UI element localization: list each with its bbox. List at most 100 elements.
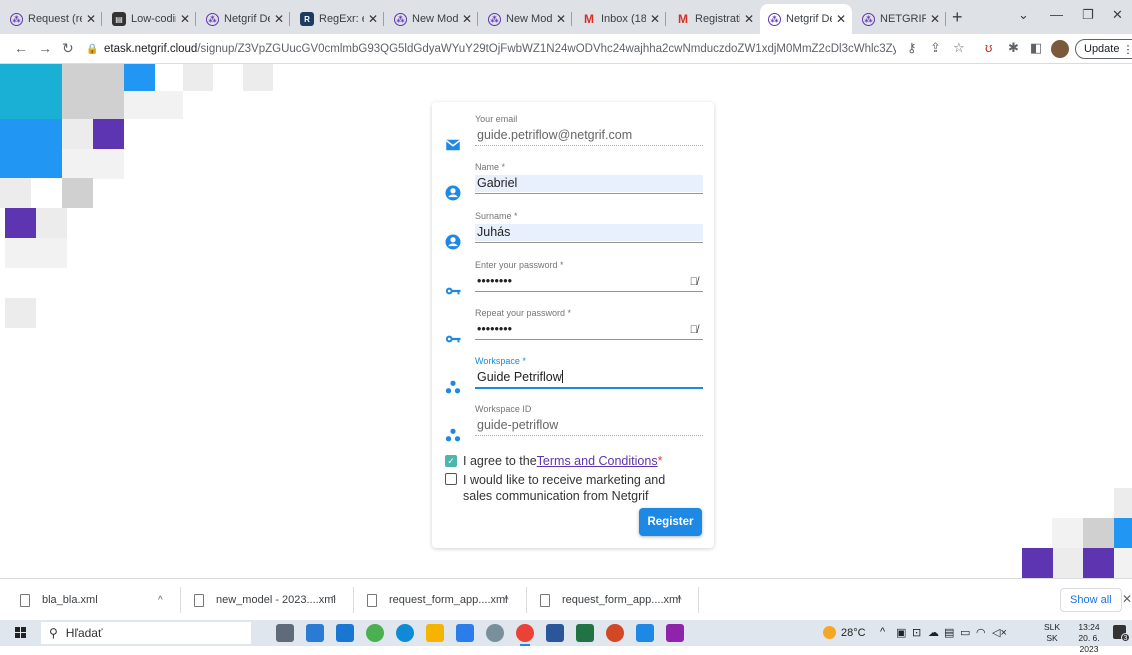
visibility-off-icon[interactable]: 👁̸ [690,324,698,336]
wifi-icon[interactable]: ◠ [976,626,986,639]
address-bar[interactable]: 🔒 etask.netgrif.cloud /signup/Z3VpZGUucG… [86,37,896,61]
tray-app-icon[interactable]: ▣ [896,626,906,639]
surname-input[interactable]: Juhás [475,224,703,241]
chevron-up-icon[interactable]: ^ [331,595,336,606]
reload-icon[interactable]: ↻ [62,40,74,57]
terms-text: I agree to theTerms and Conditions* [463,454,662,468]
photos-icon[interactable] [636,624,654,642]
new-tab-button[interactable]: + [952,7,963,28]
download-item[interactable]: request_form_app....xml ^ [367,589,517,611]
tray-app-icon[interactable]: ▤ [944,626,954,639]
decorative-square [5,298,36,328]
weather-widget[interactable]: 28°C [823,626,866,639]
chevron-up-icon[interactable]: ^ [158,595,163,606]
close-window-button[interactable]: ✕ [1112,7,1123,23]
download-item[interactable]: bla_bla.xml ^ [20,589,170,611]
close-icon[interactable]: ✕ [368,12,378,26]
browser-tab[interactable]: M Inbox (18,2 ✕ [574,4,666,34]
repeat-password-input[interactable]: •••••••• [475,321,703,338]
browser-tab[interactable]: ▤ Low-coding ✕ [104,4,196,34]
browser-tab[interactable]: ⁂ Request (re ✕ [2,4,102,34]
decorative-square [62,149,124,179]
tab-title: RegExr: em [319,13,364,25]
browser-tab-strip: ⁂ Request (re ✕ ▤ Low-coding ✕ ⁂ Netgrif… [0,0,1132,34]
close-icon[interactable]: ✕ [556,12,566,26]
show-all-button[interactable]: Show all [1060,588,1122,612]
powerpoint-icon[interactable] [606,624,624,642]
profile-avatar[interactable] [1051,40,1069,58]
chevron-up-icon[interactable]: ^ [880,626,885,638]
browser-tab[interactable]: ⁂ NETGRIF ✕ [854,4,946,34]
close-icon[interactable]: ✕ [180,12,190,26]
browser-tab[interactable]: ⁂ New Model ✕ [386,4,478,34]
windows-start-icon[interactable] [15,627,27,639]
notification-icon[interactable]: 3 [1113,625,1130,642]
app-icon[interactable] [486,624,504,642]
language-indicator[interactable]: SLK SK [1044,622,1060,644]
onedrive-icon[interactable]: ☁ [928,626,939,639]
password-input[interactable]: •••••••• [475,273,703,290]
key-icon[interactable]: ⚷ [907,40,917,56]
workspaces-icon [445,380,461,394]
browser-tab[interactable]: ⁂ New Model ✕ [480,4,572,34]
edge-icon[interactable] [396,624,414,642]
tab-search-icon[interactable]: ⌄ [1018,7,1029,23]
share-icon[interactable]: ⇪ [930,40,941,56]
close-icon[interactable]: ✕ [462,12,472,26]
store-icon[interactable] [306,624,324,642]
maximize-button[interactable]: ❐ [1082,7,1094,23]
extensions-puzzle-icon[interactable]: ✱ [1008,40,1019,56]
close-icon[interactable]: ✕ [930,12,940,26]
surname-field: Surname * Juhás [440,211,706,257]
visibility-off-icon[interactable]: 👁̸ [690,276,698,288]
bookmark-star-icon[interactable]: ☆ [953,40,965,56]
battery-icon[interactable]: ▭ [960,626,970,639]
taskbar-clock[interactable]: 13:24 20. 6. 2023 [1068,622,1110,655]
sidebar-icon[interactable]: ◧ [1030,40,1042,56]
browser-tab[interactable]: M Registration ✕ [668,4,760,34]
terms-link[interactable]: Terms and Conditions [537,454,658,468]
tray-app-icon[interactable]: ⊡ [912,626,921,639]
app-icon[interactable] [666,624,684,642]
browser-tab[interactable]: ⁂ Netgrif Dev ✕ [198,4,290,34]
terms-checkbox[interactable]: ✓ [445,455,457,467]
marketing-checkbox[interactable] [445,473,457,485]
excel-icon[interactable] [576,624,594,642]
download-item[interactable]: new_model - 2023....xml ^ [194,589,344,611]
browser-icon[interactable] [366,624,384,642]
close-icon[interactable]: ✕ [650,12,660,26]
close-icon[interactable]: ✕ [86,12,96,26]
close-icon[interactable]: ✕ [274,12,284,26]
chrome-icon[interactable] [516,624,534,646]
tab-title: New Model [412,13,458,25]
browser-tab[interactable]: R RegExr: em ✕ [292,4,384,34]
file-explorer-icon[interactable] [426,624,444,642]
browser-tab-active[interactable]: ⁂ Netgrif Dev ✕ [760,4,852,34]
vscode-icon[interactable] [456,624,474,642]
download-item[interactable]: request_form_app....xml ^ [540,589,690,611]
back-icon[interactable]: ← [14,40,28,56]
name-input[interactable]: Gabriel [475,175,703,192]
email-field: Your email guide.petriflow@netgrif.com [440,114,706,160]
taskbar-search[interactable]: ⚲ Hľadať [41,622,251,644]
windows-taskbar: ⚲ Hľadať 28°C ^ ▣ ⊡ ☁ ▤ ▭ ◠ ◁× SLK SK 13… [0,620,1132,654]
close-icon[interactable]: ✕ [1122,592,1132,606]
chevron-up-icon[interactable]: ^ [677,595,682,606]
chevron-up-icon[interactable]: ^ [504,595,509,606]
close-icon[interactable]: ✕ [744,12,754,26]
email-input[interactable]: guide.petriflow@netgrif.com [475,127,703,144]
netgrif-icon: ⁂ [488,12,501,26]
word-icon[interactable] [546,624,564,642]
url-path: /signup/Z3VpZGUucGV0cmlmbG93QG5ldGdyaWYu… [197,43,896,55]
minimize-button[interactable]: — [1050,7,1063,22]
task-view-icon[interactable] [276,624,294,642]
close-icon[interactable]: ✕ [836,12,846,26]
register-button[interactable]: Register [639,508,702,536]
update-button[interactable]: Update ⋮ [1075,39,1132,59]
workspace-id-input[interactable]: guide-petriflow [475,417,703,434]
mail-icon[interactable] [336,624,354,642]
forward-icon[interactable]: → [38,40,52,56]
workspace-input[interactable]: Guide Petriflow [475,369,703,386]
extension-icon[interactable]: ʊ [985,40,992,55]
speaker-icon[interactable]: ◁× [992,626,1007,639]
